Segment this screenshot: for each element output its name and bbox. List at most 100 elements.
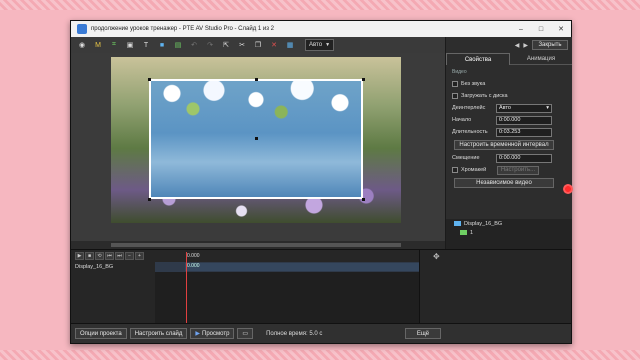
- screen-button[interactable]: ▭: [237, 328, 254, 339]
- zoom-in-icon[interactable]: +: [135, 252, 144, 260]
- duration-field[interactable]: 0:03.253: [496, 127, 552, 137]
- copy-icon[interactable]: ❐: [253, 40, 263, 50]
- deinterlace-value: Авто: [499, 105, 511, 111]
- mute-row: Без звука: [452, 78, 566, 90]
- deinterlace-select[interactable]: Авто ▾: [496, 103, 552, 113]
- load-from-disk-checkbox[interactable]: [452, 93, 458, 99]
- previous-slide-icon[interactable]: ◀: [515, 42, 520, 49]
- maximize-button[interactable]: □: [531, 21, 551, 37]
- select-icon[interactable]: ⇱: [221, 40, 231, 50]
- offset-row: Смещение 0:00.000: [452, 152, 566, 164]
- resize-handle[interactable]: [362, 78, 365, 81]
- loop-icon[interactable]: ⟲: [95, 252, 104, 260]
- center-handle[interactable]: [255, 137, 258, 140]
- delete-icon[interactable]: ✕: [269, 40, 279, 50]
- deinterlace-label: Деинтерлейс: [452, 105, 486, 111]
- chromakey-label: Хромакей: [461, 167, 487, 173]
- zoom-out-icon[interactable]: −: [125, 252, 134, 260]
- object-item[interactable]: Display_16_BG: [446, 219, 572, 228]
- project-options-button[interactable]: Опции проекта: [75, 328, 127, 339]
- next-slide-icon[interactable]: ▶: [523, 42, 528, 49]
- camera-icon[interactable]: ◉: [77, 40, 87, 50]
- object-item[interactable]: 1: [446, 228, 572, 237]
- cut-icon[interactable]: ✂: [237, 40, 247, 50]
- blossom-branch: [151, 81, 361, 143]
- play-icon: ▶: [195, 331, 201, 337]
- chromakey-row: Хромакей Настроить...: [452, 164, 566, 176]
- mute-label: Без звука: [461, 81, 486, 87]
- window-controls: – □ ✕: [511, 21, 571, 37]
- objects-panel: Display_16_BG 1: [445, 219, 572, 249]
- more-button[interactable]: Ещё: [405, 328, 441, 339]
- resize-handle[interactable]: [255, 78, 258, 81]
- slide-preview: [71, 53, 445, 249]
- time-label: 0.000: [187, 253, 200, 259]
- resize-handle[interactable]: [362, 198, 365, 201]
- object-label: 1: [470, 229, 474, 236]
- text-m-icon[interactable]: M: [93, 40, 103, 50]
- minimize-button[interactable]: –: [511, 21, 531, 37]
- grid-icon[interactable]: ▦: [285, 40, 295, 50]
- close-window-button[interactable]: ✕: [551, 21, 571, 37]
- background-scene: [111, 57, 401, 223]
- app-icon: [77, 24, 87, 34]
- crop-icon[interactable]: ⌗: [109, 40, 119, 50]
- resize-handle[interactable]: [148, 78, 151, 81]
- playhead[interactable]: [186, 252, 187, 324]
- set-interval-button[interactable]: Настроить временной интервал: [454, 140, 554, 150]
- chromakey-checkbox[interactable]: [452, 167, 458, 173]
- mouse-cursor-highlight: [563, 184, 573, 194]
- video-properties: Видео Без звука Загружать с диска Деинте…: [452, 69, 566, 190]
- independent-video-button[interactable]: Независимое видео: [454, 178, 554, 188]
- bottom-stripe: [0, 350, 640, 360]
- text-t-icon[interactable]: T: [141, 40, 151, 50]
- start-field[interactable]: 0:00.000: [496, 115, 552, 125]
- chevron-down-icon: ▼: [325, 42, 331, 48]
- preview-button[interactable]: ▶ Просмотр: [190, 328, 235, 339]
- duration-row: Длительность 0:03.253: [452, 126, 566, 138]
- tab-animation[interactable]: Анимация: [510, 53, 572, 65]
- properties-panel: ◀ ▶ Закрыть Свойства Анимация Видео Без …: [445, 37, 573, 219]
- object-label: Display_16_BG: [464, 220, 503, 227]
- track-area[interactable]: 0.000: [155, 262, 419, 272]
- redo-icon[interactable]: ↷: [205, 40, 215, 50]
- scrollbar-thumb[interactable]: [111, 243, 401, 247]
- timeline-controls: ▶ ■ ⟲ ⏮ ⏭ − +: [75, 252, 144, 261]
- start-label: Начало: [452, 117, 472, 123]
- monitor-icon: ▭: [242, 331, 249, 337]
- load-from-disk-label: Загружать с диска: [461, 93, 508, 99]
- chevron-down-icon: ▾: [546, 105, 549, 111]
- start-row: Начало 0:00.000: [452, 114, 566, 126]
- chromakey-settings-button[interactable]: Настроить...: [497, 165, 539, 175]
- horizontal-scrollbar[interactable]: [71, 241, 445, 249]
- panel-nav: ◀ ▶ Закрыть: [446, 37, 572, 53]
- video-icon: [454, 221, 461, 226]
- rectangle-icon[interactable]: ■: [157, 40, 167, 50]
- tab-properties[interactable]: Свойства: [446, 53, 510, 65]
- step-forward-icon[interactable]: ⏭: [115, 252, 124, 260]
- duration-label: Длительность: [452, 129, 488, 135]
- step-back-icon[interactable]: ⏮: [105, 252, 114, 260]
- stop-icon[interactable]: ■: [85, 252, 94, 260]
- image-icon[interactable]: ▣: [125, 40, 135, 50]
- offset-field[interactable]: 0:00.000: [496, 153, 552, 163]
- timeline-divider: [419, 250, 420, 324]
- preview-label: Просмотр: [202, 330, 230, 337]
- timeline: ▶ ■ ⟲ ⏮ ⏭ − + 0.000 ✥ Display_16_BG 0.00…: [71, 249, 571, 324]
- close-button[interactable]: Закрыть: [532, 40, 568, 50]
- top-stripe: [0, 0, 640, 10]
- move-icon[interactable]: ✥: [433, 252, 440, 261]
- resize-handle[interactable]: [148, 198, 151, 201]
- video-clip[interactable]: 0.000: [185, 263, 419, 271]
- window-title: продолжение уроков тренажер - PTE AV Stu…: [91, 26, 274, 32]
- play-icon[interactable]: ▶: [75, 252, 84, 260]
- status-bar: Опции проекта Настроить слайд ▶ Просмотр…: [71, 323, 571, 343]
- slide-options-button[interactable]: Настроить слайд: [129, 328, 188, 339]
- app-window: продолжение уроков тренажер - PTE AV Stu…: [70, 20, 573, 344]
- undo-icon[interactable]: ↶: [189, 40, 199, 50]
- picture-icon[interactable]: ▤: [173, 40, 183, 50]
- timeline-empty-area: [155, 272, 419, 324]
- mute-checkbox[interactable]: [452, 81, 458, 87]
- track-name: Display_16_BG: [75, 264, 114, 270]
- zoom-select[interactable]: Авто ▼: [305, 39, 335, 51]
